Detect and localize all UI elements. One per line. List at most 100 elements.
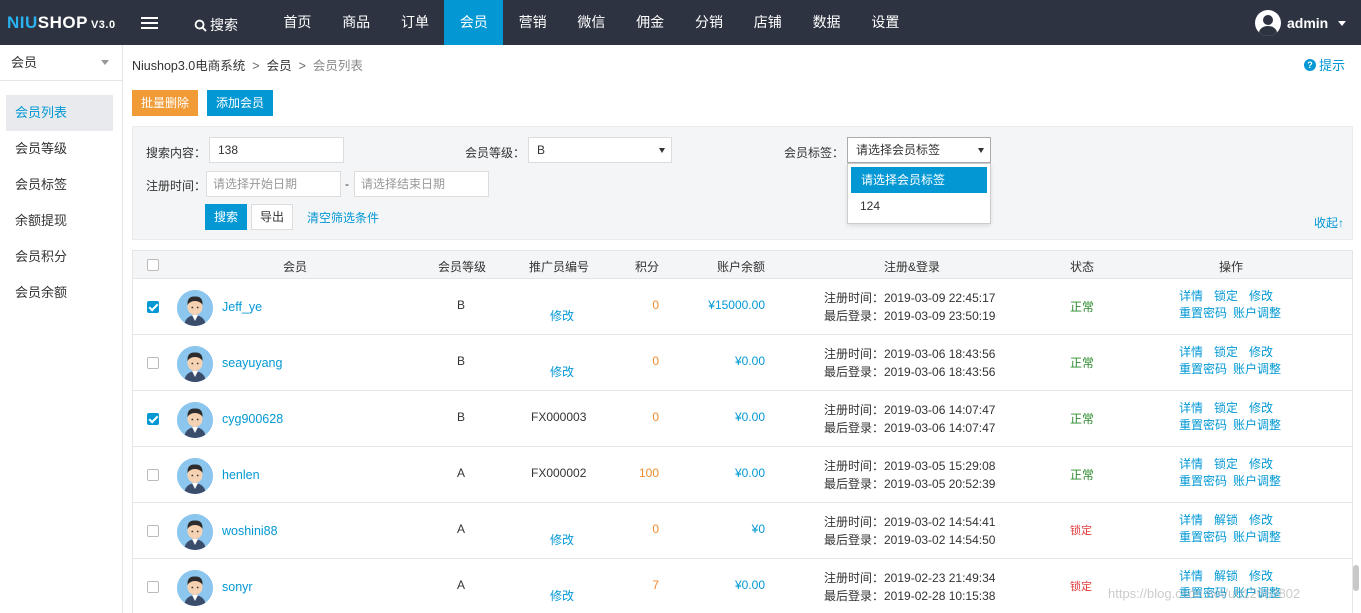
nav-item[interactable]: 商品	[327, 0, 386, 45]
nav-item[interactable]: 佣金	[621, 0, 680, 45]
reset-password-link[interactable]: 重置密码	[1179, 530, 1227, 544]
member-points[interactable]: 100	[639, 466, 659, 480]
tip-link[interactable]: ? 提示	[1304, 55, 1345, 74]
row-checkbox[interactable]	[147, 357, 159, 369]
sidebar-item[interactable]: 会员列表	[6, 95, 113, 131]
edit-link[interactable]: 修改	[1249, 457, 1273, 471]
collapse-link[interactable]: 收起↑	[1314, 214, 1344, 231]
account-adjust-link[interactable]: 账户调整	[1233, 362, 1281, 376]
member-balance[interactable]: ¥0.00	[735, 578, 765, 592]
niushop-logo[interactable]: NIUSHOP V3.0	[7, 13, 116, 33]
nav-item[interactable]: 首页	[268, 0, 327, 45]
member-points[interactable]: 0	[652, 298, 659, 312]
lock-toggle-link[interactable]: 锁定	[1214, 345, 1238, 359]
member-name[interactable]: woshini88	[222, 524, 278, 538]
detail-link[interactable]: 详情	[1179, 289, 1203, 303]
lock-toggle-link[interactable]: 锁定	[1214, 457, 1238, 471]
nav-item[interactable]: 店铺	[738, 0, 797, 45]
promoter-edit-link[interactable]: 修改	[550, 587, 574, 604]
sidebar-header[interactable]: 会员	[0, 45, 122, 81]
member-balance[interactable]: ¥0.00	[735, 466, 765, 480]
member-name[interactable]: seayuyang	[222, 356, 282, 370]
clear-filters-link[interactable]: 清空筛选条件	[307, 209, 379, 226]
lock-toggle-link[interactable]: 锁定	[1214, 401, 1238, 415]
reset-password-link[interactable]: 重置密码	[1179, 306, 1227, 320]
nav-item[interactable]: 订单	[386, 0, 445, 45]
row-checkbox[interactable]	[147, 469, 159, 481]
edit-link[interactable]: 修改	[1249, 401, 1273, 415]
nav-item[interactable]: 数据	[797, 0, 856, 45]
batch-delete-button[interactable]: 批量删除	[132, 90, 198, 116]
select-all-checkbox[interactable]	[147, 259, 159, 271]
user-menu[interactable]: admin	[1255, 10, 1347, 36]
account-adjust-link[interactable]: 账户调整	[1233, 530, 1281, 544]
lock-toggle-link[interactable]: 锁定	[1214, 289, 1238, 303]
start-date-input[interactable]: 请选择开始日期	[206, 171, 341, 197]
nav-item[interactable]: 分销	[680, 0, 739, 45]
member-name[interactable]: henlen	[222, 468, 260, 482]
nav-search-button[interactable]: 搜索	[194, 15, 238, 35]
member-points[interactable]: 0	[652, 410, 659, 424]
add-member-button[interactable]: 添加会员	[207, 90, 273, 116]
edit-link[interactable]: 修改	[1249, 569, 1273, 583]
member-balance[interactable]: ¥15000.00	[708, 298, 765, 312]
promoter-edit-link[interactable]: 修改	[550, 531, 574, 548]
row-checkbox[interactable]	[147, 301, 159, 313]
member-points[interactable]: 0	[652, 522, 659, 536]
nav-item[interactable]: 营销	[503, 0, 562, 45]
tag-option[interactable]: 请选择会员标签	[851, 167, 987, 193]
reset-password-link[interactable]: 重置密码	[1179, 474, 1227, 488]
detail-link[interactable]: 详情	[1179, 401, 1203, 415]
edit-link[interactable]: 修改	[1249, 345, 1273, 359]
member-points[interactable]: 7	[652, 578, 659, 592]
breadcrumb-members[interactable]: 会员	[267, 59, 292, 73]
row-checkbox[interactable]	[147, 525, 159, 537]
filter-panel: 搜索内容： 138 会员等级： B 会员标签： 请选择会员标签 注册时间： 请选…	[132, 126, 1353, 240]
member-name[interactable]: sonyr	[222, 580, 253, 594]
lock-toggle-link[interactable]: 解锁	[1214, 569, 1238, 583]
reset-password-link[interactable]: 重置密码	[1179, 362, 1227, 376]
search-input[interactable]: 138	[209, 137, 344, 163]
search-button[interactable]: 搜索	[205, 204, 247, 230]
member-balance[interactable]: ¥0.00	[735, 354, 765, 368]
row-checkbox[interactable]	[147, 581, 159, 593]
detail-link[interactable]: 详情	[1179, 513, 1203, 527]
reset-password-link[interactable]: 重置密码	[1179, 418, 1227, 432]
promoter-id: FX000003	[531, 410, 587, 424]
member-balance[interactable]: ¥0.00	[735, 410, 765, 424]
promoter-edit-link[interactable]: 修改	[550, 363, 574, 380]
member-name[interactable]: Jeff_ye	[222, 300, 262, 314]
sidebar-item[interactable]: 会员标签	[6, 167, 113, 203]
detail-link[interactable]: 详情	[1179, 457, 1203, 471]
breadcrumb-current: 会员列表	[312, 59, 363, 73]
col-actions: 操作	[1219, 260, 1244, 274]
account-adjust-link[interactable]: 账户调整	[1233, 418, 1281, 432]
sidebar-item[interactable]: 会员积分	[6, 239, 113, 275]
scrollbar-thumb[interactable]	[1353, 565, 1359, 591]
tag-option[interactable]: 124	[848, 193, 990, 219]
menu-toggle-icon[interactable]	[141, 17, 158, 29]
nav-item[interactable]: 会员	[444, 0, 504, 45]
account-adjust-link[interactable]: 账户调整	[1233, 306, 1281, 320]
detail-link[interactable]: 详情	[1179, 569, 1203, 583]
sidebar-item[interactable]: 会员等级	[6, 131, 113, 167]
nav-item[interactable]: 微信	[562, 0, 621, 45]
member-balance[interactable]: ¥0	[752, 522, 765, 536]
row-checkbox[interactable]	[147, 413, 159, 425]
member-points[interactable]: 0	[652, 354, 659, 368]
account-adjust-link[interactable]: 账户调整	[1233, 474, 1281, 488]
promoter-edit-link[interactable]: 修改	[550, 307, 574, 324]
nav-item[interactable]: 设置	[856, 0, 915, 45]
edit-link[interactable]: 修改	[1249, 513, 1273, 527]
member-tag-select[interactable]: 请选择会员标签	[847, 137, 991, 163]
sidebar-item[interactable]: 余额提现	[6, 203, 113, 239]
member-level-select[interactable]: B	[528, 137, 672, 163]
member-name[interactable]: cyg900628	[222, 412, 283, 426]
edit-link[interactable]: 修改	[1249, 289, 1273, 303]
end-date-input[interactable]: 请选择结束日期	[354, 171, 489, 197]
sidebar-item[interactable]: 会员余额	[6, 275, 113, 311]
detail-link[interactable]: 详情	[1179, 345, 1203, 359]
export-button[interactable]: 导出	[251, 204, 293, 230]
breadcrumb-home[interactable]: Niushop3.0电商系统	[132, 59, 245, 73]
lock-toggle-link[interactable]: 解锁	[1214, 513, 1238, 527]
